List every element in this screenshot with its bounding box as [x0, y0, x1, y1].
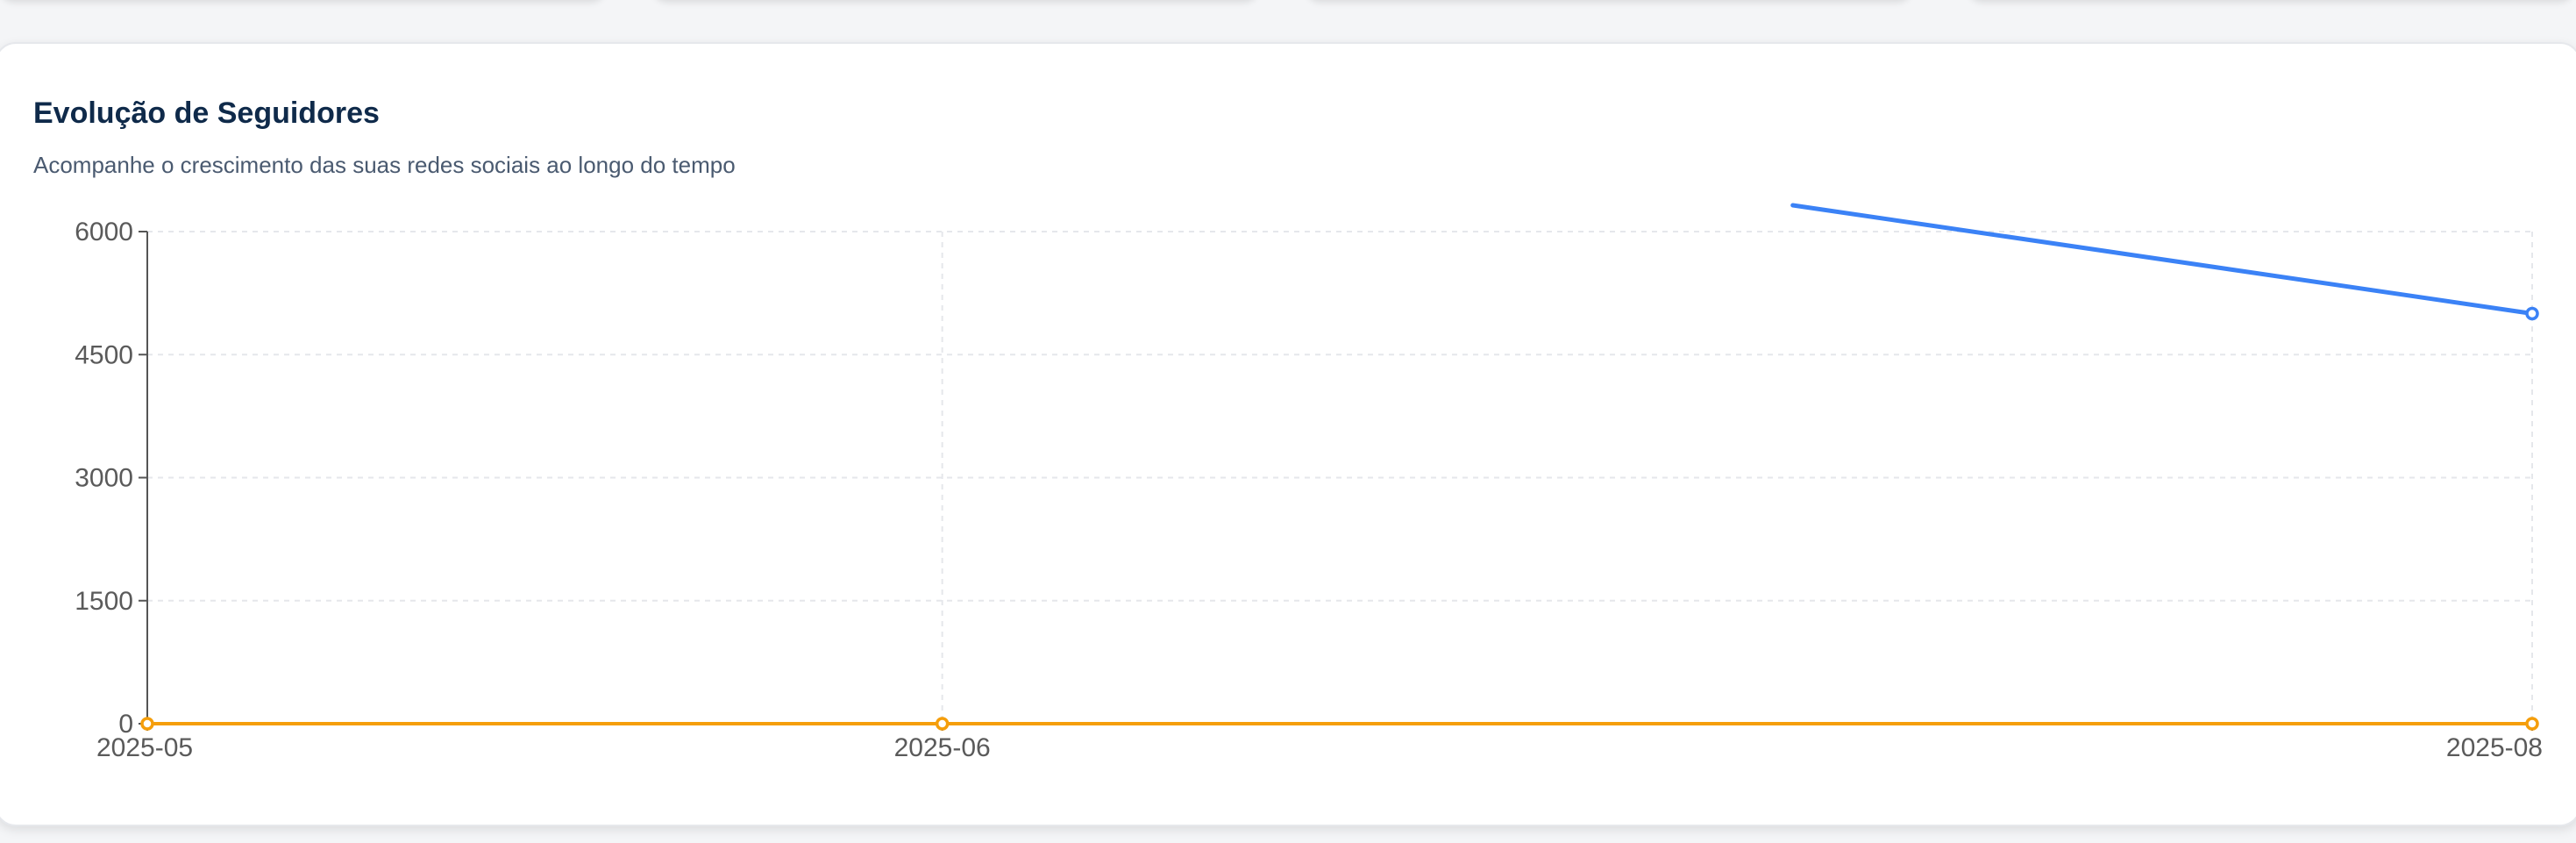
series-0-point-2[interactable] — [2525, 306, 2539, 321]
series-1-point-1[interactable] — [935, 717, 950, 731]
x-tick-label-1: 2025-06 — [894, 733, 991, 762]
series-line-0 — [1790, 203, 2535, 316]
chart-tick-labels: 015003000450060002025-05 2025-06 2025-08 — [75, 218, 2543, 762]
followers-line-chart: 015003000450060002025-05 2025-06 2025-08 — [75, 203, 2543, 762]
series-1-point-2[interactable] — [2525, 717, 2539, 731]
y-tick-label-1: 1500 — [75, 587, 133, 616]
x-tick-label-2: 2025-08 — [2446, 733, 2543, 762]
y-tick-label-2: 3000 — [75, 464, 133, 493]
chart-axes — [139, 231, 2533, 731]
x-tick-label-0: 2025-05 — [96, 733, 193, 762]
y-tick-label-3: 4500 — [75, 340, 133, 369]
y-tick-label-4: 6000 — [75, 218, 133, 246]
chart-grid — [146, 231, 2533, 724]
series-1-point-0[interactable] — [140, 717, 154, 731]
chart-series — [140, 203, 2539, 731]
